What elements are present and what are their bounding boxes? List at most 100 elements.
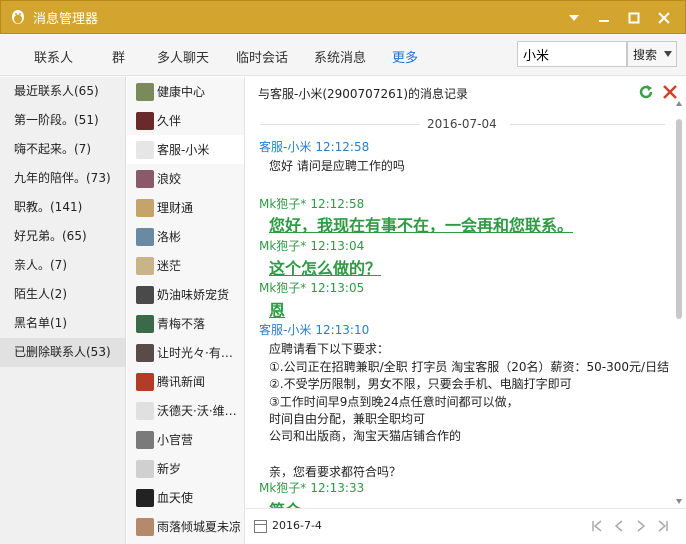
- group-item[interactable]: 黑名单(1): [0, 309, 125, 338]
- message-sender: Mk狍子*: [259, 281, 307, 295]
- group-item[interactable]: 好兄弟。(65): [0, 222, 125, 251]
- message-text: 您好 请问是应聘工作的吗: [269, 159, 405, 173]
- avatar: [136, 459, 154, 478]
- contact-item[interactable]: 青梅不落: [127, 309, 244, 338]
- tab-more[interactable]: 更多: [392, 47, 418, 66]
- message-time: 12:13:05: [310, 281, 365, 295]
- group-item[interactable]: 已删除联系人(53): [0, 338, 125, 367]
- qq-penguin-icon: [9, 8, 27, 26]
- avatar: [136, 169, 154, 188]
- tab-system-messages[interactable]: 系统消息: [314, 47, 366, 66]
- message-header: Mk狍子* 12:13:33: [259, 479, 364, 496]
- contact-name: 洛彬: [157, 230, 182, 244]
- search-button-label: 搜索: [633, 47, 658, 62]
- avatar: [136, 314, 154, 333]
- message-text: 恩: [269, 301, 286, 320]
- title-bar: 消息管理器: [0, 0, 686, 34]
- divider: [510, 124, 665, 125]
- message-sender: Mk狍子*: [259, 481, 307, 495]
- avatar: [136, 401, 154, 420]
- prev-page-icon[interactable]: [610, 517, 628, 535]
- contact-name: 雨落倾城夏未凉: [157, 520, 242, 534]
- group-item[interactable]: 第一阶段。(51): [0, 106, 125, 135]
- next-page-icon[interactable]: [632, 517, 650, 535]
- divider: [260, 124, 420, 125]
- last-page-icon[interactable]: [654, 517, 672, 535]
- tab-groups[interactable]: 群: [112, 47, 125, 66]
- date-separator: 2016-07-04: [260, 117, 665, 131]
- refresh-icon[interactable]: [637, 83, 655, 101]
- message-text: 这个怎么做的？: [269, 259, 382, 278]
- message-header: Mk狍子* 12:13:05: [259, 279, 364, 296]
- message-header: Mk狍子* 12:13:04: [259, 237, 364, 254]
- contact-item[interactable]: 久伴: [127, 106, 244, 135]
- contact-name: 久伴: [157, 114, 182, 128]
- contact-item[interactable]: 浪姣: [127, 164, 244, 193]
- group-item[interactable]: 亲人。(7): [0, 251, 125, 280]
- message-time: 12:12:58: [310, 197, 365, 211]
- contact-name: 浪姣: [157, 172, 182, 186]
- message-header: 客服-小米 12:12:58: [259, 138, 369, 155]
- contact-name: 奶油味娇宠货: [157, 288, 230, 302]
- footer-bar: 2016-7-4: [246, 508, 686, 544]
- message-sender: 客服-小米: [259, 323, 312, 337]
- contact-item[interactable]: 迷茫: [127, 251, 244, 280]
- search-button[interactable]: 搜索: [627, 41, 677, 67]
- contact-item[interactable]: 小官营: [127, 425, 244, 454]
- close-icon[interactable]: [649, 1, 679, 35]
- avatar: [136, 111, 154, 130]
- message-text: 应聘请看下以下要求：: [269, 342, 390, 356]
- footer-date: 2016-7-4: [272, 519, 322, 532]
- chevron-down-icon[interactable]: [664, 51, 672, 57]
- maximize-icon[interactable]: [619, 1, 649, 35]
- contact-name: 让时光々·有…: [157, 346, 233, 360]
- minimize-icon[interactable]: [589, 1, 619, 35]
- contact-item[interactable]: 奶油味娇宠货: [127, 280, 244, 309]
- contact-name: 腾讯新闻: [157, 375, 206, 389]
- first-page-icon[interactable]: [588, 517, 606, 535]
- group-item[interactable]: 职教。(141): [0, 193, 125, 222]
- contact-name: 新岁: [157, 462, 182, 476]
- message-sender: Mk狍子*: [259, 197, 307, 211]
- message-time: 12:13:33: [310, 481, 365, 495]
- contact-item[interactable]: 让时光々·有…: [127, 338, 244, 367]
- contact-item[interactable]: 血天使: [127, 483, 244, 512]
- tab-contacts[interactable]: 联系人: [34, 47, 73, 66]
- contact-item[interactable]: 雨落倾城夏未凉: [127, 512, 244, 541]
- contact-item[interactable]: 新岁: [127, 454, 244, 483]
- menu-dropdown-icon[interactable]: [559, 1, 589, 35]
- contact-name: 理财通: [157, 201, 194, 215]
- scrollbar[interactable]: [672, 97, 686, 508]
- calendar-icon[interactable]: [254, 520, 267, 533]
- group-item[interactable]: 嗨不起来。(7): [0, 135, 125, 164]
- contact-item[interactable]: 理财通: [127, 193, 244, 222]
- group-item[interactable]: 九年的陪伴。(73): [0, 164, 125, 193]
- contact-name: 健康中心: [157, 85, 206, 99]
- group-item[interactable]: 最近联系人(65): [0, 77, 125, 106]
- contact-item[interactable]: 客服-小米: [127, 135, 244, 164]
- contact-item[interactable]: 健康中心: [127, 77, 244, 106]
- avatar: [136, 488, 154, 507]
- contact-name: 沃德天·沃·维…: [157, 404, 237, 418]
- message-text: 公司和出版商，淘宝天猫店铺合作的: [269, 429, 462, 443]
- search-input[interactable]: [517, 41, 627, 67]
- contact-item[interactable]: 腾讯新闻: [127, 367, 244, 396]
- message-text: 您好，我现在有事不在，一会再和您联系。: [269, 216, 574, 235]
- contact-item[interactable]: 沃德天·沃·维…: [127, 396, 244, 425]
- group-item[interactable]: 陌生人(2): [0, 280, 125, 309]
- avatar: [136, 285, 154, 304]
- chat-record-title: 与客服-小米(2900707261)的消息记录: [258, 87, 469, 101]
- tab-multi-chat[interactable]: 多人聊天: [157, 47, 209, 66]
- contact-item[interactable]: 洛彬: [127, 222, 244, 251]
- window-title: 消息管理器: [33, 11, 99, 27]
- message-time: 12:13:10: [315, 323, 370, 337]
- avatar: [136, 227, 154, 246]
- message-time: 12:12:58: [315, 140, 370, 154]
- message-text: ②.不受学历限制，男女不限，只要会手机、电脑打字即可: [269, 377, 572, 391]
- avatar: [136, 140, 154, 159]
- message-text: 时间自由分配，兼职全职均可: [269, 412, 426, 426]
- message-sender: Mk狍子*: [259, 239, 307, 253]
- avatar: [136, 372, 154, 391]
- tab-temp-session[interactable]: 临时会话: [236, 47, 288, 66]
- avatar: [136, 82, 154, 101]
